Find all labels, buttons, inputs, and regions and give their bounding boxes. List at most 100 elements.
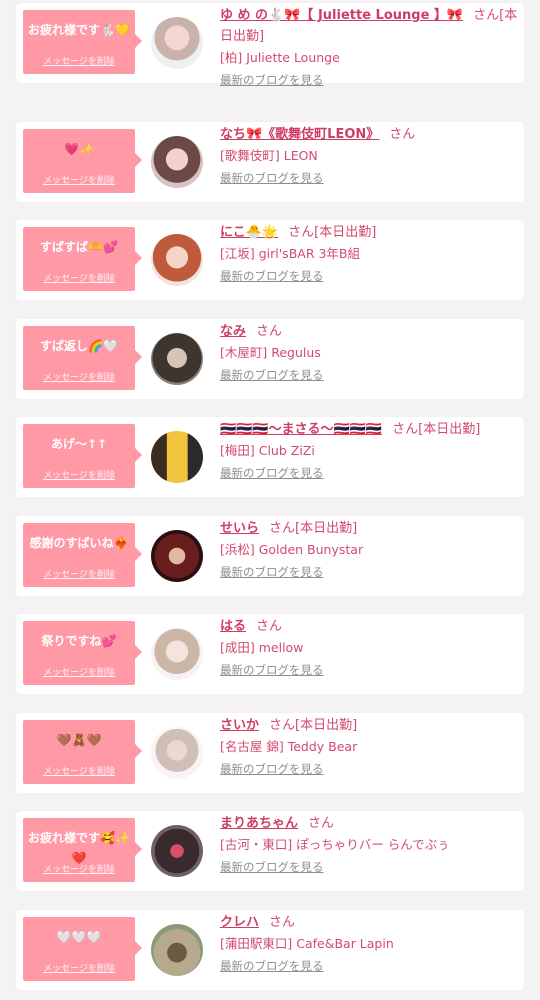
latest-blog-link[interactable]: 最新のブログを見る [220,659,518,681]
shop-name: [浜松] Golden Bunystar [220,542,364,557]
message-bubble: お疲れ様です🥰✨❤️ メッセージを削除 [23,818,142,882]
message-bubble: 💗✨ メッセージを削除 [23,129,142,193]
message-card: お疲れ様です🐇💛 メッセージを削除 ゆ め の🐇🎀【 Juliette Loun… [16,3,524,87]
profile-info: まりあちゃん さん [古河・東口] ぽっちゃりバー らんでぶぅ 最新のブログを見る [220,813,518,878]
profile-name-link[interactable]: なち🎀《歌舞伎町LEON》 [220,127,379,142]
message-text: すばすば🫶💕 [40,240,118,254]
latest-blog-link[interactable]: 最新のブログを見る [220,364,518,386]
latest-blog-link[interactable]: 最新のブログを見る [220,69,518,91]
latest-blog-link[interactable]: 最新のブログを見る [220,167,518,189]
delete-message-link[interactable]: メッセージを削除 [23,54,135,67]
latest-blog-link[interactable]: 最新のブログを見る [220,265,518,287]
message-card: 🤎🧸🤎 メッセージを削除 さいか さん[本日出勤] [名古屋 錦] Teddy B… [16,713,524,793]
name-line: なち🎀《歌舞伎町LEON》 さん [220,124,518,145]
delete-message-link[interactable]: メッセージを削除 [23,173,135,186]
name-line: クレハ さん [220,912,518,933]
latest-blog-link[interactable]: 最新のブログを見る [220,561,518,583]
message-text: 感謝のすばいね❤️‍🔥 [29,536,129,550]
status-text: [本日出勤] [418,422,481,437]
honorific: さん [269,915,296,930]
avatar[interactable] [151,727,203,779]
profile-info: せいら さん[本日出勤] [浜松] Golden Bunystar 最新のブログを… [220,518,518,583]
latest-blog-link[interactable]: 最新のブログを見る [220,462,518,484]
avatar[interactable] [151,628,203,680]
message-card: 🤍🤍🤍 メッセージを削除 クレハ さん [蒲田駅東口] Cafe&Bar Lapi… [16,910,524,990]
delete-message-link[interactable]: メッセージを削除 [23,271,135,284]
honorific: さん [256,619,283,634]
profile-name-link[interactable]: にこ🐣🌟 [220,225,278,240]
delete-message-link[interactable]: メッセージを削除 [23,567,135,580]
delete-message-link[interactable]: メッセージを削除 [23,862,135,875]
shop-name: [名古屋 錦] Teddy Bear [220,739,358,754]
avatar[interactable] [151,530,203,582]
profile-name-link[interactable]: なみ [220,324,246,339]
status-text: [本日出勤] [295,718,358,733]
message-card: 💗✨ メッセージを削除 なち🎀《歌舞伎町LEON》 さん [歌舞伎町] LEON … [16,122,524,202]
profile-name-link[interactable]: さいか [220,718,259,733]
latest-blog-link[interactable]: 最新のブログを見る [220,758,518,780]
profile-info: はる さん [成田] mellow 最新のブログを見る [220,616,518,681]
profile-name-link[interactable]: はる [220,619,246,634]
shop-name: [歌舞伎町] LEON [220,148,318,163]
honorific: さん [308,816,335,831]
honorific: さん [256,324,283,339]
profile-info: なち🎀《歌舞伎町LEON》 さん [歌舞伎町] LEON 最新のブログを見る [220,124,518,189]
profile-info: さいか さん[本日出勤] [名古屋 錦] Teddy Bear 最新のブログを見る [220,715,518,780]
avatar[interactable] [151,924,203,976]
name-line: はる さん [220,616,518,637]
delete-message-link[interactable]: メッセージを削除 [23,665,135,678]
profile-name-link[interactable]: 🇹🇭🇹🇭🇹🇭〜まさる〜🇹🇭🇹🇭🇹🇭 [220,422,382,437]
message-card: すば返し🌈🤍 メッセージを削除 なみ さん [木屋町] Regulus 最新のブロ… [16,319,524,399]
profile-name-link[interactable]: まりあちゃん [220,816,298,831]
name-line: まりあちゃん さん [220,813,518,834]
message-text: 祭りですね💕 [41,634,117,648]
delete-message-link[interactable]: メッセージを削除 [23,764,135,777]
avatar[interactable] [151,17,203,69]
status-text: [本日出勤] [295,521,358,536]
message-card: 感謝のすばいね❤️‍🔥 メッセージを削除 せいら さん[本日出勤] [浜松] Go… [16,516,524,596]
delete-message-link[interactable]: メッセージを削除 [23,370,135,383]
message-bubble: お疲れ様です🐇💛 メッセージを削除 [23,10,142,74]
message-card: すばすば🫶💕 メッセージを削除 にこ🐣🌟 さん[本日出勤] [江坂] girl's… [16,220,524,300]
name-line: ゆ め の🐇🎀【 Juliette Lounge 】🎀 さん[本日出勤] [220,5,518,47]
profile-name-link[interactable]: ゆ め の🐇🎀【 Juliette Lounge 】🎀 [220,8,463,23]
message-bubble: あげ〜↑↑ メッセージを削除 [23,424,142,488]
shop-name: [成田] mellow [220,640,304,655]
shop-name: [木屋町] Regulus [220,345,321,360]
shop-name: [梅田] Club ZiZi [220,443,315,458]
message-card: あげ〜↑↑ メッセージを削除 🇹🇭🇹🇭🇹🇭〜まさる〜🇹🇭🇹🇭🇹🇭 さん[本日出勤]… [16,417,524,497]
profile-info: ゆ め の🐇🎀【 Juliette Lounge 】🎀 さん[本日出勤] [柏] … [220,5,518,91]
message-card: 祭りですね💕 メッセージを削除 はる さん [成田] mellow 最新のブログを… [16,614,524,694]
latest-blog-link[interactable]: 最新のブログを見る [220,955,518,977]
honorific: さん [269,718,296,733]
avatar[interactable] [151,825,203,877]
message-bubble: 祭りですね💕 メッセージを削除 [23,621,142,685]
message-text: 🤎🧸🤎 [56,733,102,747]
avatar[interactable] [151,136,203,188]
name-line: 🇹🇭🇹🇭🇹🇭〜まさる〜🇹🇭🇹🇭🇹🇭 さん[本日出勤] [220,419,518,440]
latest-blog-link[interactable]: 最新のブログを見る [220,856,518,878]
honorific: さん [389,127,416,142]
shop-name: [江坂] girl'sBAR 3年B組 [220,246,361,261]
message-bubble: 🤍🤍🤍 メッセージを削除 [23,917,142,981]
honorific: さん [473,8,500,23]
message-bubble: 感謝のすばいね❤️‍🔥 メッセージを削除 [23,523,142,587]
delete-message-link[interactable]: メッセージを削除 [23,468,135,481]
status-text: [本日出勤] [314,225,377,240]
profile-name-link[interactable]: クレハ [220,915,259,930]
profile-info: クレハ さん [蒲田駅東口] Cafe&Bar Lapin 最新のブログを見る [220,912,518,977]
message-bubble: すば返し🌈🤍 メッセージを削除 [23,326,142,390]
profile-name-link[interactable]: せいら [220,521,259,536]
name-line: にこ🐣🌟 さん[本日出勤] [220,222,518,243]
delete-message-link[interactable]: メッセージを削除 [23,961,135,974]
honorific: さん [269,521,296,536]
shop-name: [古河・東口] ぽっちゃりバー らんでぶぅ [220,837,450,852]
avatar[interactable] [151,234,203,286]
avatar[interactable] [151,333,203,385]
message-text: すば返し🌈🤍 [40,339,118,353]
message-text: あげ〜↑↑ [50,437,108,451]
profile-info: 🇹🇭🇹🇭🇹🇭〜まさる〜🇹🇭🇹🇭🇹🇭 さん[本日出勤] [梅田] Club ZiZi… [220,419,518,484]
honorific: さん [288,225,315,240]
name-line: せいら さん[本日出勤] [220,518,518,539]
avatar[interactable] [151,431,203,483]
